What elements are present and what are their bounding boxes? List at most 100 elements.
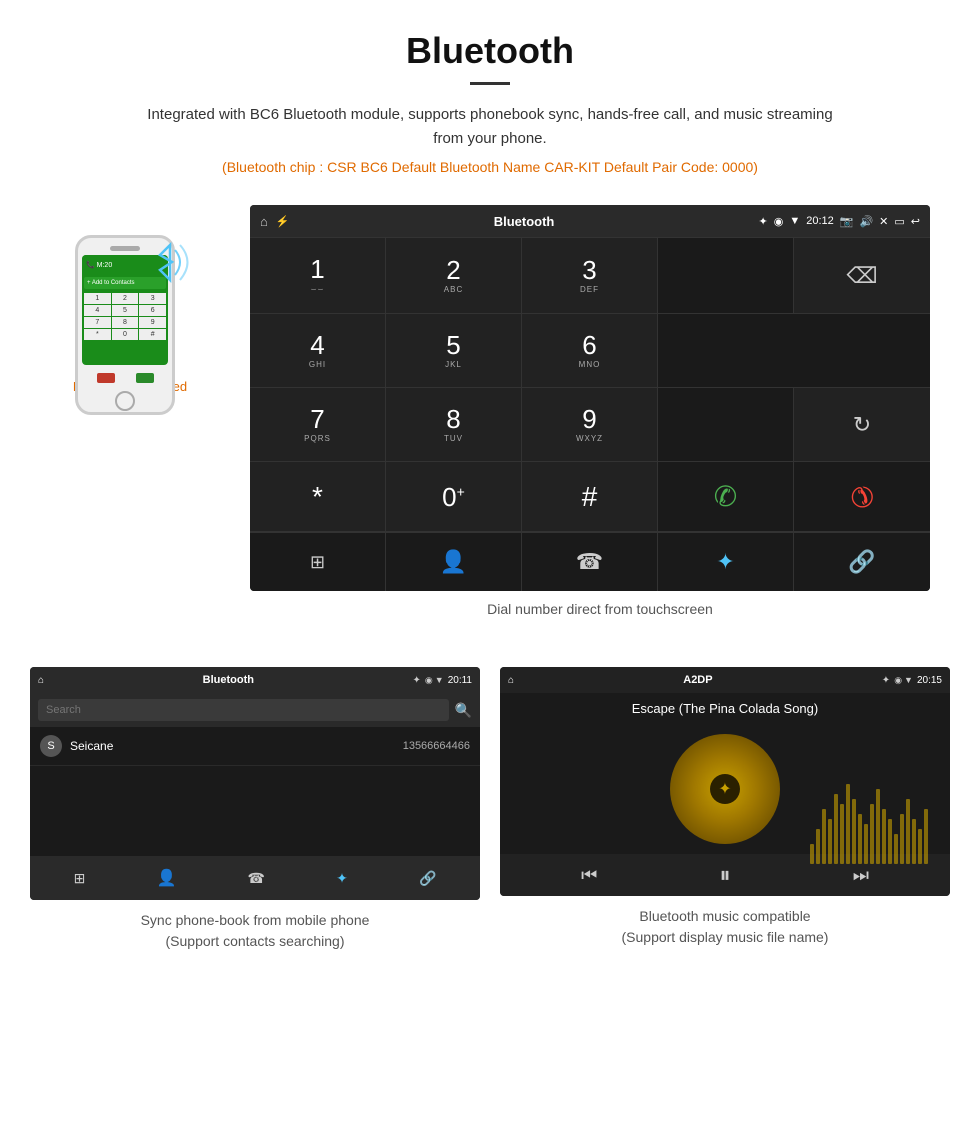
dial-key-3[interactable]: 3 DEF [522, 238, 658, 314]
dial-key-7[interactable]: 7 PQRS [250, 388, 386, 462]
dial-row-2: 4 GHI 5 JKL 6 MNO [250, 314, 930, 388]
window-icon: ▭ [894, 215, 904, 228]
dialpad-icon: ⊞ [310, 552, 325, 573]
vis-bar [840, 804, 844, 864]
dial-key-9[interactable]: 9 WXYZ [522, 388, 658, 462]
link-icon: 🔗 [848, 549, 875, 575]
bt-disc-icon: ✦ [718, 779, 731, 799]
dial-key-star[interactable]: * [250, 462, 386, 532]
pb-bt-bottom-icon[interactable]: ✦ [336, 870, 348, 887]
prev-btn[interactable]: ⏮ [581, 865, 597, 886]
dial-action-bar: ⊞ 👤 ☎ ✦ 🔗 [250, 532, 930, 591]
pb-link-bottom-icon[interactable]: 🔗 [419, 870, 436, 887]
link-btn[interactable]: 🔗 [794, 533, 930, 591]
music-disc-center: ✦ [710, 774, 740, 804]
dial-key-8[interactable]: 8 TUV [386, 388, 522, 462]
play-pause-btn[interactable]: ⏸ [719, 862, 730, 888]
phonebook-screen: ⌂ Bluetooth ✦ ◉ ▼ 20:11 🔍 S Seicane [30, 667, 480, 900]
dial-call-btn[interactable]: ✆ [658, 462, 794, 532]
dial-end-btn[interactable]: ✆ [794, 462, 930, 532]
pb-phone-icon[interactable]: ☎ [248, 870, 265, 887]
pb-loc-icon: ◉ [425, 675, 433, 686]
vis-bar [888, 819, 892, 864]
music-block: ⌂ A2DP ✦ ◉ ▼ 20:15 Escape (The Pina Cola… [500, 667, 950, 952]
dial-empty-3 [658, 388, 794, 462]
vis-bar [858, 814, 862, 864]
bluetooth-status-icon: ✦ [759, 215, 768, 228]
pb-search-icon[interactable]: 🔍 [455, 702, 472, 719]
music-loc-icon: ◉ [894, 675, 902, 686]
dial-screen: ⌂ ⚡ Bluetooth ✦ ◉ ▼ 20:12 📷 🔊 ✕ ▭ ↩ [250, 205, 930, 591]
bluetooth-icon: ✦ [716, 549, 734, 575]
vis-bar [834, 794, 838, 864]
vis-bar [876, 789, 880, 864]
pb-time: 20:11 [448, 675, 472, 686]
contacts-btn[interactable]: 👤 [386, 533, 522, 591]
pb-search-input[interactable] [38, 699, 449, 721]
pb-app-name: Bluetooth [44, 674, 412, 686]
page-wrapper: Bluetooth Integrated with BC6 Bluetooth … [0, 0, 980, 972]
vis-bar [816, 829, 820, 864]
dial-key-hash[interactable]: # [522, 462, 658, 532]
vis-bar [882, 809, 886, 864]
dial-row-1: 1 ⌣⌣ 2 ABC 3 DEF [250, 237, 930, 314]
dial-screen-wrapper: ⌂ ⚡ Bluetooth ✦ ◉ ▼ 20:12 📷 🔊 ✕ ▭ ↩ [250, 205, 950, 627]
dial-key-1[interactable]: 1 ⌣⌣ [250, 238, 386, 314]
music-app-name: A2DP [514, 674, 882, 686]
phone-btn[interactable]: ☎ [522, 533, 658, 591]
pb-sig-icon: ▼ [435, 675, 444, 685]
pb-contact-row[interactable]: S Seicane 13566664466 [30, 727, 480, 766]
bluetooth-btn[interactable]: ✦ [658, 533, 794, 591]
vis-bar [828, 819, 832, 864]
time-display: 20:12 [806, 215, 834, 227]
vis-bar [906, 799, 910, 864]
vis-bar [852, 799, 856, 864]
page-title: Bluetooth [20, 30, 960, 72]
dialpad-toggle-btn[interactable]: ⊞ [250, 533, 386, 591]
pb-user-icon[interactable]: 👤 [156, 868, 176, 888]
phonebook-caption: Sync phone-book from mobile phone (Suppo… [141, 910, 370, 952]
dial-key-5[interactable]: 5 JKL [386, 314, 522, 388]
music-status-bar: ⌂ A2DP ✦ ◉ ▼ 20:15 [500, 667, 950, 693]
pb-empty-area [30, 766, 480, 856]
bluetooth-specs: (Bluetooth chip : CSR BC6 Default Blueto… [20, 159, 960, 175]
vis-bar [822, 809, 826, 864]
music-screen: ⌂ A2DP ✦ ◉ ▼ 20:15 Escape (The Pina Cola… [500, 667, 950, 896]
phone-area: 📞 M:20 + Add to Contacts 123 456 789 *0# [30, 205, 230, 394]
pb-status-bar: ⌂ Bluetooth ✦ ◉ ▼ 20:11 [30, 667, 480, 693]
vis-bar [900, 814, 904, 864]
dial-key-4[interactable]: 4 GHI [250, 314, 386, 388]
back-icon[interactable]: ↩ [911, 215, 920, 228]
vis-bar [924, 809, 928, 864]
pb-dialpad-icon[interactable]: ⊞ [74, 870, 86, 887]
home-icon[interactable]: ⌂ [260, 214, 268, 229]
pb-avatar: S [40, 735, 62, 757]
status-bar-right: ✦ ◉ ▼ 20:12 📷 🔊 ✕ ▭ ↩ [759, 215, 921, 228]
vis-bar [912, 819, 916, 864]
vis-bar [846, 784, 850, 864]
dial-key-6[interactable]: 6 MNO [522, 314, 658, 388]
title-divider [470, 82, 510, 85]
dial-backspace[interactable]: ⌫ [794, 238, 930, 314]
vis-bar [810, 844, 814, 864]
dial-row-3: 7 PQRS 8 TUV 9 WXYZ ↻ [250, 388, 930, 462]
usb-icon: ⚡ [276, 215, 290, 228]
vis-bar [918, 829, 922, 864]
dial-key-0[interactable]: 0+ [386, 462, 522, 532]
music-time: 20:15 [917, 675, 942, 686]
status-bar-left: ⌂ ⚡ [260, 214, 290, 229]
dial-display [658, 238, 794, 314]
pb-contacts-list: S Seicane 13566664466 [30, 727, 480, 856]
phonebook-block: ⌂ Bluetooth ✦ ◉ ▼ 20:11 🔍 S Seicane [30, 667, 480, 952]
bottom-row: ⌂ Bluetooth ✦ ◉ ▼ 20:11 🔍 S Seicane [0, 647, 980, 972]
dial-redial-btn[interactable]: ↻ [794, 388, 930, 462]
page-description: Integrated with BC6 Bluetooth module, su… [140, 103, 840, 151]
close-icon[interactable]: ✕ [879, 215, 888, 228]
page-header: Bluetooth Integrated with BC6 Bluetooth … [0, 0, 980, 185]
dial-row-4: * 0+ # ✆ ✆ [250, 462, 930, 532]
contacts-icon: 👤 [440, 549, 467, 575]
next-btn[interactable]: ⏭ [853, 865, 869, 886]
vis-bar [894, 834, 898, 864]
music-caption: Bluetooth music compatible (Support disp… [622, 906, 829, 948]
dial-key-2[interactable]: 2 ABC [386, 238, 522, 314]
